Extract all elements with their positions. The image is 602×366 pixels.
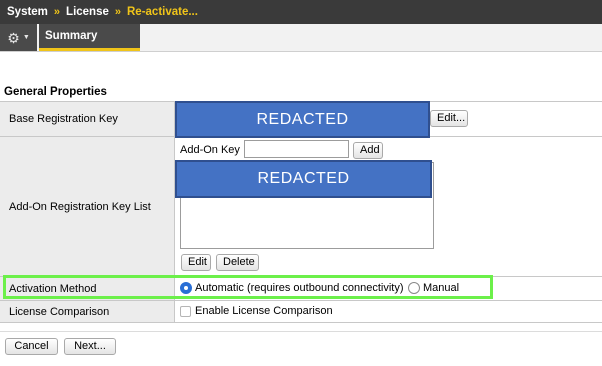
breadcrumb-item-license[interactable]: License xyxy=(66,6,109,18)
base-registration-key-label: Base Registration Key xyxy=(0,102,175,136)
active-tab-indicator xyxy=(39,48,140,51)
breadcrumb-separator: » xyxy=(114,6,121,18)
breadcrumb: System » License » Re-activate... xyxy=(0,0,602,24)
settings-menu-button[interactable]: ⚙ ▼ xyxy=(0,24,37,51)
license-comparison-label: License Comparison xyxy=(0,301,175,322)
tab-summary-label: Summary xyxy=(45,30,98,42)
addon-key-add-button[interactable]: Add xyxy=(353,142,383,159)
license-comparison-checkbox[interactable] xyxy=(180,306,191,317)
section-title: General Properties xyxy=(4,86,107,98)
activation-method-label: Activation Method xyxy=(0,277,175,300)
addon-key-delete-button[interactable]: Delete xyxy=(216,254,259,271)
activation-automatic-label[interactable]: Automatic (requires outbound connectivit… xyxy=(195,282,404,294)
breadcrumb-item-system[interactable]: System xyxy=(7,6,48,18)
activation-automatic-radio[interactable] xyxy=(180,282,192,294)
breadcrumb-separator: » xyxy=(53,6,61,18)
addon-key-edit-button[interactable]: Edit xyxy=(181,254,211,271)
base-key-redacted-value: REDACTED xyxy=(175,101,430,138)
addon-key-list-redacted: REDACTED xyxy=(175,160,432,198)
gear-icon: ⚙ xyxy=(7,29,20,46)
caret-down-icon: ▼ xyxy=(22,34,30,41)
cancel-button[interactable]: Cancel xyxy=(5,338,58,355)
addon-key-list-label: Add-On Registration Key List xyxy=(0,137,175,276)
activation-manual-label[interactable]: Manual xyxy=(423,282,459,294)
base-key-edit-button[interactable]: Edit... xyxy=(430,110,468,127)
tab-bar: ⚙ ▼ Summary xyxy=(0,24,602,52)
activation-manual-radio[interactable] xyxy=(408,282,420,294)
addon-key-label: Add-On Key xyxy=(180,144,240,156)
breadcrumb-item-reactivate: Re-activate... xyxy=(127,6,198,18)
next-button[interactable]: Next... xyxy=(64,338,116,355)
tab-summary[interactable]: Summary xyxy=(39,24,140,51)
license-comparison-checkbox-label[interactable]: Enable License Comparison xyxy=(195,305,333,317)
addon-key-input[interactable] xyxy=(244,140,349,158)
